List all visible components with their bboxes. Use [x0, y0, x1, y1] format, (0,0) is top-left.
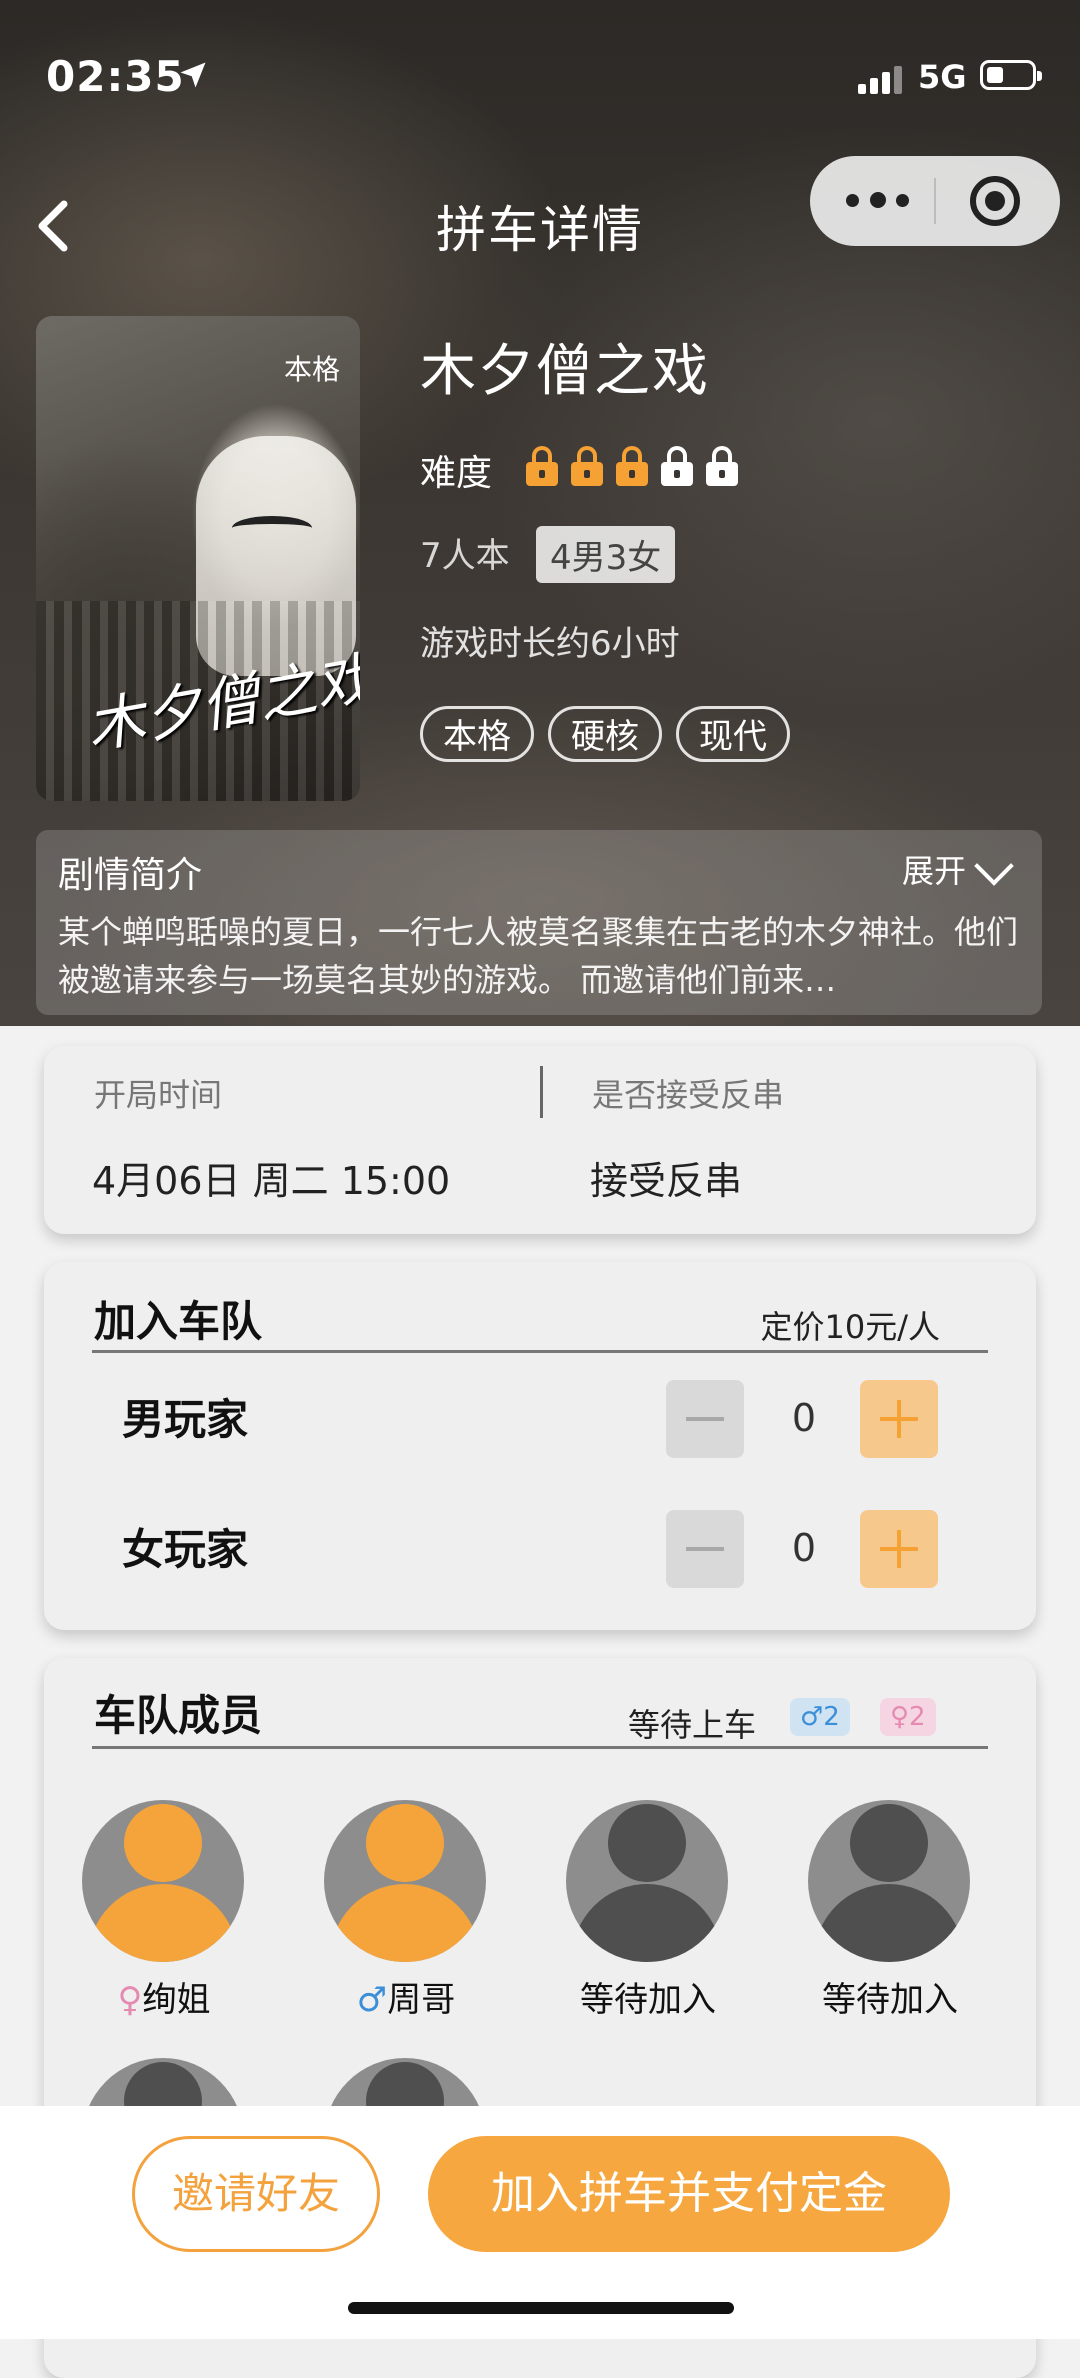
lock-icon [706, 446, 738, 486]
lock-icon [526, 446, 558, 486]
member-name: ♂周哥 [356, 1980, 456, 2020]
gender-split-badge: 4男3女 [536, 526, 676, 583]
difficulty-label: 难度 [420, 453, 493, 494]
game-duration: 游戏时长约6小时 [420, 624, 680, 664]
script-title: 木夕僧之戏 [420, 339, 710, 404]
avatar-placeholder[interactable] [566, 1800, 728, 1962]
synopsis-text: 某个蝉鸣聒噪的夏日，一行七人被莫名聚集在古老的木夕神社。他们被邀请来参与一场莫名… [58, 913, 1019, 999]
mini-program-capsule [810, 156, 1060, 246]
tag: 本格 [420, 706, 534, 762]
more-icon[interactable] [846, 188, 910, 214]
female-count: 0 [791, 1526, 817, 1570]
waiting-label: 等待上车 [628, 1706, 757, 1744]
member-name: ♀绚姐 [117, 1980, 211, 2020]
lock-icon [661, 446, 693, 486]
synopsis-title: 剧情简介 [58, 855, 203, 896]
expand-button[interactable]: 展开 [902, 846, 966, 892]
price-label: 定价10元/人 [760, 1308, 940, 1346]
battery-icon [980, 60, 1042, 90]
male-icon: ♂ [356, 1980, 388, 2020]
status-time: 02:35 [46, 52, 185, 101]
female-minus-button[interactable] [666, 1510, 744, 1588]
home-indicator [348, 2302, 734, 2314]
lock-icon [571, 446, 603, 486]
minus-icon [686, 1417, 724, 1421]
target-icon[interactable] [970, 176, 1020, 226]
player-count: 7人本 [420, 536, 510, 576]
invite-friends-button[interactable]: 邀请好友 [132, 2136, 380, 2252]
female-plus-button[interactable] [860, 1510, 938, 1588]
cross-gender-value: 接受反串 [590, 1159, 743, 1203]
bottom-action-bar: 邀请好友 加入拼车并支付定金 [0, 2106, 1080, 2339]
tag: 硬核 [548, 706, 662, 762]
male-minus-button[interactable] [666, 1380, 744, 1458]
start-time-label: 开局时间 [94, 1076, 223, 1114]
minus-icon [686, 1547, 724, 1551]
script-poster: 木夕僧之戏 本格 [36, 316, 360, 801]
synopsis-panel: 剧情简介 展开 某个蝉鸣聒噪的夏日，一行七人被莫名聚集在古老的木夕神社。他们被邀… [36, 830, 1042, 1015]
member-name: 等待加入 [822, 1980, 958, 2020]
hero-section: 02:35 5G 拼车详情 木夕僧之戏 本格 木夕僧之戏 难度 7人本 4男3女… [0, 0, 1080, 1026]
chevron-down-icon[interactable] [974, 846, 1014, 886]
cross-gender-label: 是否接受反串 [592, 1076, 785, 1114]
session-info-card: 开局时间 是否接受反串 4月06日 周二 15:00 接受反串 [44, 1046, 1036, 1234]
tag: 现代 [676, 706, 790, 762]
lock-icon [616, 446, 648, 486]
female-icon: ♀ [117, 1980, 143, 2020]
female-waiting-badge: ♀2 [880, 1698, 936, 1736]
members-title: 车队成员 [94, 1691, 263, 1740]
male-waiting-badge: ♂2 [790, 1698, 850, 1736]
female-player-label: 女玩家 [122, 1525, 249, 1574]
male-count: 0 [791, 1396, 817, 1440]
join-team-card: 加入车队 定价10元/人 男玩家 0 女玩家 0 [44, 1262, 1036, 1630]
member-name: 等待加入 [580, 1980, 716, 2020]
poster-badge: 本格 [283, 353, 340, 386]
signal-icon [858, 64, 902, 94]
avatar[interactable] [324, 1800, 486, 1962]
status-bar: 02:35 5G [0, 0, 1080, 150]
avatar-placeholder[interactable] [808, 1800, 970, 1962]
start-time-value: 4月06日 周二 15:00 [92, 1159, 451, 1203]
male-player-label: 男玩家 [122, 1395, 249, 1444]
join-title: 加入车队 [94, 1297, 263, 1346]
avatar[interactable] [82, 1800, 244, 1962]
location-arrow-icon [180, 62, 206, 88]
male-plus-button[interactable] [860, 1380, 938, 1458]
join-and-pay-button[interactable]: 加入拼车并支付定金 [428, 2136, 950, 2252]
network-label: 5G [918, 58, 967, 96]
